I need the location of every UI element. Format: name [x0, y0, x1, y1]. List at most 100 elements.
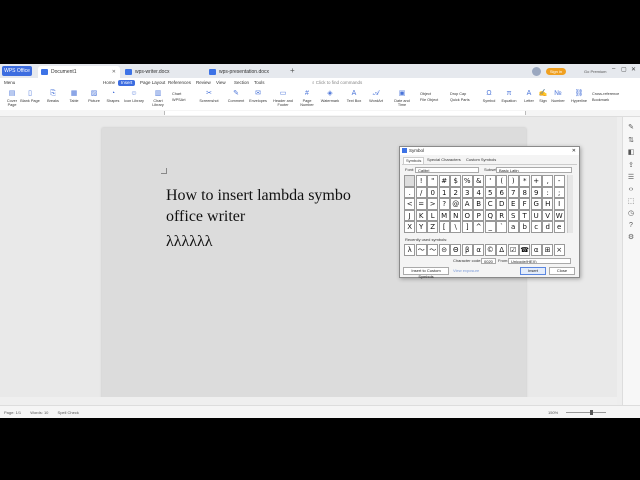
symbol-cell[interactable]: _ — [484, 221, 496, 233]
watermark-button[interactable]: ◈ Watermark — [320, 89, 340, 109]
envelopes-button[interactable]: ✉ Envelopes — [248, 89, 268, 109]
symbol-cell[interactable]: J — [404, 209, 416, 221]
insert-to-custom-symbols-button[interactable]: Insert to Custom Symbols — [403, 267, 449, 279]
date-time-button[interactable]: ▣ Date and Time — [390, 89, 414, 109]
zoom-level[interactable]: 150% — [548, 406, 558, 418]
recent-symbol-cell[interactable]: 〜 — [415, 244, 427, 256]
symbol-cell[interactable]: C — [484, 198, 496, 210]
symbol-cell[interactable]: R — [496, 209, 508, 221]
tab-references[interactable]: References — [168, 78, 191, 88]
tab-document1[interactable]: Document1 ✕ — [38, 66, 120, 78]
tab-tools[interactable]: Tools — [254, 78, 265, 88]
symbol-cell[interactable]: B — [473, 198, 485, 210]
text-box-button[interactable]: A Text Box — [344, 89, 364, 109]
tab-page-layout[interactable]: Page Layout — [140, 78, 165, 88]
symbol-cell[interactable]: b — [519, 221, 531, 233]
symbol-cell[interactable]: 7 — [507, 186, 519, 198]
page-number-button[interactable]: # Page Number — [297, 89, 317, 109]
symbol-cell[interactable]: ^ — [473, 221, 485, 233]
tab-special-characters[interactable]: Special Characters — [427, 157, 461, 163]
symbol-cell[interactable]: ! — [415, 175, 427, 187]
tab-review[interactable]: Review — [196, 78, 211, 88]
code-icon[interactable]: ‹› — [627, 186, 635, 194]
breaks-button[interactable]: ⎘ Breaks — [43, 89, 63, 109]
close-icon[interactable]: ✕ — [112, 66, 116, 78]
symbol-cell[interactable]: e — [553, 221, 565, 233]
recent-symbol-cell[interactable]: λ — [404, 244, 416, 256]
zoom-slider[interactable] — [566, 412, 606, 413]
symbol-cell[interactable]: N — [450, 209, 462, 221]
symbol-cell[interactable]: X — [404, 221, 416, 233]
symbol-cell[interactable]: V — [542, 209, 554, 221]
document-line-3[interactable]: λλλλλλ — [166, 232, 213, 252]
tab-home[interactable]: Home — [103, 78, 115, 88]
symbol-cell[interactable]: ; — [553, 186, 565, 198]
minimize-icon[interactable]: – — [612, 66, 615, 72]
tab-custom-symbols[interactable]: Custom Symbols — [466, 157, 496, 163]
symbol-cell[interactable]: 8 — [519, 186, 531, 198]
zoom-slider-handle[interactable] — [590, 410, 593, 415]
symbol-grid-scrollbar[interactable] — [567, 175, 573, 233]
wps-office-button[interactable]: WPS Office — [2, 66, 32, 76]
picture-button[interactable]: ▨ Picture — [84, 89, 104, 109]
cover-page-button[interactable]: ▤ Cover Page — [2, 89, 22, 109]
symbol-cell[interactable]: d — [542, 221, 554, 233]
symbol-cell[interactable]: . — [404, 186, 416, 198]
review-icon[interactable]: ☰ — [627, 174, 635, 182]
recent-symbol-cell[interactable]: ☑ — [507, 244, 519, 256]
font-select[interactable]: Calibri — [415, 167, 479, 173]
symbol-cell[interactable]: ) — [507, 175, 519, 187]
number-button[interactable]: № Number — [548, 89, 568, 109]
symbol-cell[interactable]: A — [461, 198, 473, 210]
from-select[interactable]: Unicode(HEX) — [508, 258, 571, 264]
word-count[interactable]: Words: 10 — [30, 410, 48, 415]
close-button[interactable]: Close — [549, 267, 575, 275]
character-code-input[interactable]: 0020 — [481, 258, 496, 264]
recent-symbol-cell[interactable]: 〜 — [427, 244, 439, 256]
subset-select[interactable]: Basic Latin — [496, 167, 572, 173]
symbol-cell[interactable]: , — [542, 175, 554, 187]
recent-symbol-cell[interactable]: Δ — [496, 244, 508, 256]
symbol-cell[interactable]: * — [519, 175, 531, 187]
sign-in-button[interactable]: Sign in — [546, 68, 566, 75]
document-line-2[interactable]: office writer — [166, 207, 245, 227]
menu-button[interactable]: Menu — [4, 78, 15, 88]
symbol-cell[interactable]: a — [507, 221, 519, 233]
symbol-cell[interactable]: ? — [438, 198, 450, 210]
recent-symbol-cell[interactable]: × — [553, 244, 565, 256]
symbol-button[interactable]: Ω Symbol — [479, 89, 499, 109]
insert-button[interactable]: Insert — [520, 267, 546, 275]
icon-library-button[interactable]: ☺ Icon Library — [124, 89, 144, 109]
blank-page-button[interactable]: ▯ Blank Page — [20, 89, 40, 109]
symbol-cell[interactable]: O — [461, 209, 473, 221]
symbol-cell[interactable]: @ — [450, 198, 462, 210]
recent-symbol-cell[interactable]: Θ — [450, 244, 462, 256]
symbol-cell[interactable]: = — [415, 198, 427, 210]
symbol-cell[interactable]: [ — [438, 221, 450, 233]
wpsart-button[interactable]: WPSArt — [172, 97, 186, 103]
tab-wps-writer[interactable]: wps-writer.docx — [122, 66, 204, 78]
symbol-cell[interactable]: S — [507, 209, 519, 221]
tab-view[interactable]: View — [216, 78, 226, 88]
header-footer-button[interactable]: ▭ Header and Footer — [273, 89, 293, 109]
close-icon[interactable]: ✕ — [572, 147, 576, 155]
history-icon[interactable]: ◷ — [627, 210, 635, 218]
help-icon[interactable]: ? — [627, 222, 635, 230]
table-button[interactable]: ▦ Table — [64, 89, 84, 109]
select-icon[interactable]: ⬚ — [627, 198, 635, 206]
symbol-cell[interactable]: : — [542, 186, 554, 198]
avatar[interactable] — [532, 67, 541, 76]
tab-section[interactable]: Section — [234, 78, 249, 88]
symbol-cell[interactable]: - — [553, 175, 565, 187]
symbol-cell[interactable]: I — [553, 198, 565, 210]
spell-check-button[interactable]: Spell Check — [58, 410, 79, 415]
bookmark-button[interactable]: Bookmark — [592, 97, 609, 103]
symbol-cell[interactable]: E — [507, 198, 519, 210]
symbol-cell[interactable] — [404, 175, 416, 187]
symbol-cell[interactable]: # — [438, 175, 450, 187]
view-exposure-link[interactable]: View exposure — [453, 268, 479, 274]
recent-symbol-cell[interactable]: α — [473, 244, 485, 256]
symbol-cell[interactable]: " — [427, 175, 439, 187]
format-icon[interactable]: ⇅ — [627, 137, 635, 145]
symbol-cell[interactable]: & — [473, 175, 485, 187]
